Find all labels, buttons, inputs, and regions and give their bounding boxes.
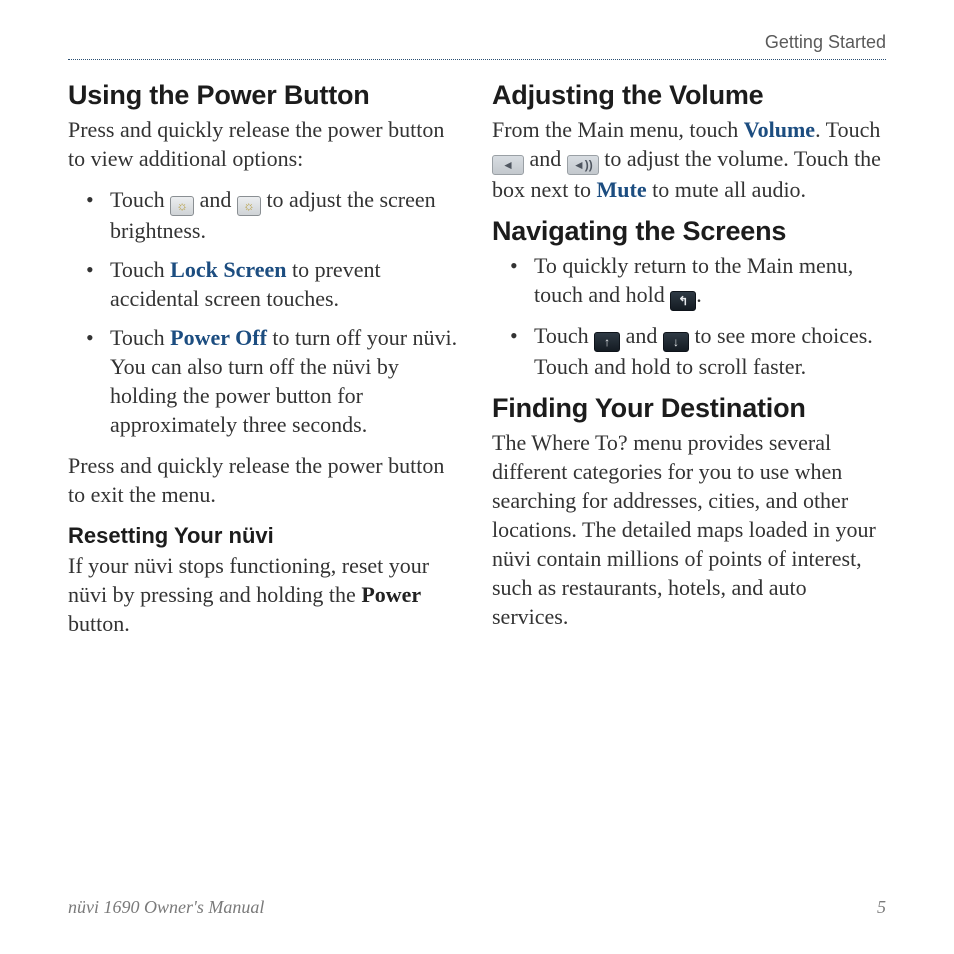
back-icon: ↰ bbox=[670, 291, 696, 311]
nav-bullet-list: To quickly return to the Main menu, touc… bbox=[492, 251, 886, 381]
link-volume: Volume bbox=[744, 117, 815, 142]
running-head: Getting Started bbox=[68, 32, 886, 59]
list-item: Touch Lock Screen to prevent accidental … bbox=[90, 255, 462, 313]
text: Touch bbox=[110, 187, 170, 212]
heading-power-button: Using the Power Button bbox=[68, 80, 462, 111]
text: . bbox=[696, 282, 702, 307]
paragraph-power-intro: Press and quickly release the power butt… bbox=[68, 115, 462, 173]
volume-up-icon: ◄)) bbox=[567, 155, 599, 175]
footer-manual-title: nüvi 1690 Owner's Manual bbox=[68, 897, 264, 918]
text: Touch bbox=[110, 257, 170, 282]
text: to mute all audio. bbox=[647, 177, 806, 202]
scroll-up-icon: ↑ bbox=[594, 332, 620, 352]
list-item: Touch Power Off to turn off your nüvi. Y… bbox=[90, 323, 462, 439]
brightness-up-icon: ☼ bbox=[237, 196, 261, 216]
two-column-layout: Using the Power Button Press and quickly… bbox=[68, 74, 886, 650]
text: and bbox=[620, 323, 663, 348]
heading-navigating: Navigating the Screens bbox=[492, 216, 886, 247]
heading-volume: Adjusting the Volume bbox=[492, 80, 886, 111]
text: and bbox=[200, 187, 237, 212]
header-divider bbox=[68, 59, 886, 60]
list-item: Touch ↑ and ↓ to see more choices. Touch… bbox=[514, 321, 886, 381]
paragraph-finding: The Where To? menu provides several diff… bbox=[492, 428, 886, 631]
text: and bbox=[524, 146, 567, 171]
link-mute: Mute bbox=[597, 177, 647, 202]
brightness-down-icon: ☼ bbox=[170, 196, 194, 216]
text: Touch bbox=[534, 323, 594, 348]
footer-page-number: 5 bbox=[877, 897, 886, 918]
manual-page: Getting Started Using the Power Button P… bbox=[0, 0, 954, 954]
heading-resetting: Resetting Your nüvi bbox=[68, 523, 462, 549]
link-power-off: Power Off bbox=[170, 325, 267, 350]
bold-power: Power bbox=[361, 582, 421, 607]
link-lock-screen: Lock Screen bbox=[170, 257, 286, 282]
paragraph-resetting: If your nüvi stops functioning, reset yo… bbox=[68, 551, 462, 638]
text: . Touch bbox=[815, 117, 880, 142]
volume-down-icon: ◄ bbox=[492, 155, 524, 175]
list-item: To quickly return to the Main menu, touc… bbox=[514, 251, 886, 311]
text: From the Main menu, touch bbox=[492, 117, 744, 142]
page-footer: nüvi 1690 Owner's Manual 5 bbox=[68, 897, 886, 918]
paragraph-power-exit: Press and quickly release the power butt… bbox=[68, 451, 462, 509]
power-bullet-list: Touch ☼ and ☼ to adjust the screen brigh… bbox=[68, 185, 462, 439]
text: button. bbox=[68, 611, 130, 636]
scroll-down-icon: ↓ bbox=[663, 332, 689, 352]
heading-finding: Finding Your Destination bbox=[492, 393, 886, 424]
text: Touch bbox=[110, 325, 170, 350]
column-left: Using the Power Button Press and quickly… bbox=[68, 74, 462, 650]
list-item: Touch ☼ and ☼ to adjust the screen brigh… bbox=[90, 185, 462, 245]
column-right: Adjusting the Volume From the Main menu,… bbox=[492, 74, 886, 650]
paragraph-volume: From the Main menu, touch Volume. Touch … bbox=[492, 115, 886, 204]
